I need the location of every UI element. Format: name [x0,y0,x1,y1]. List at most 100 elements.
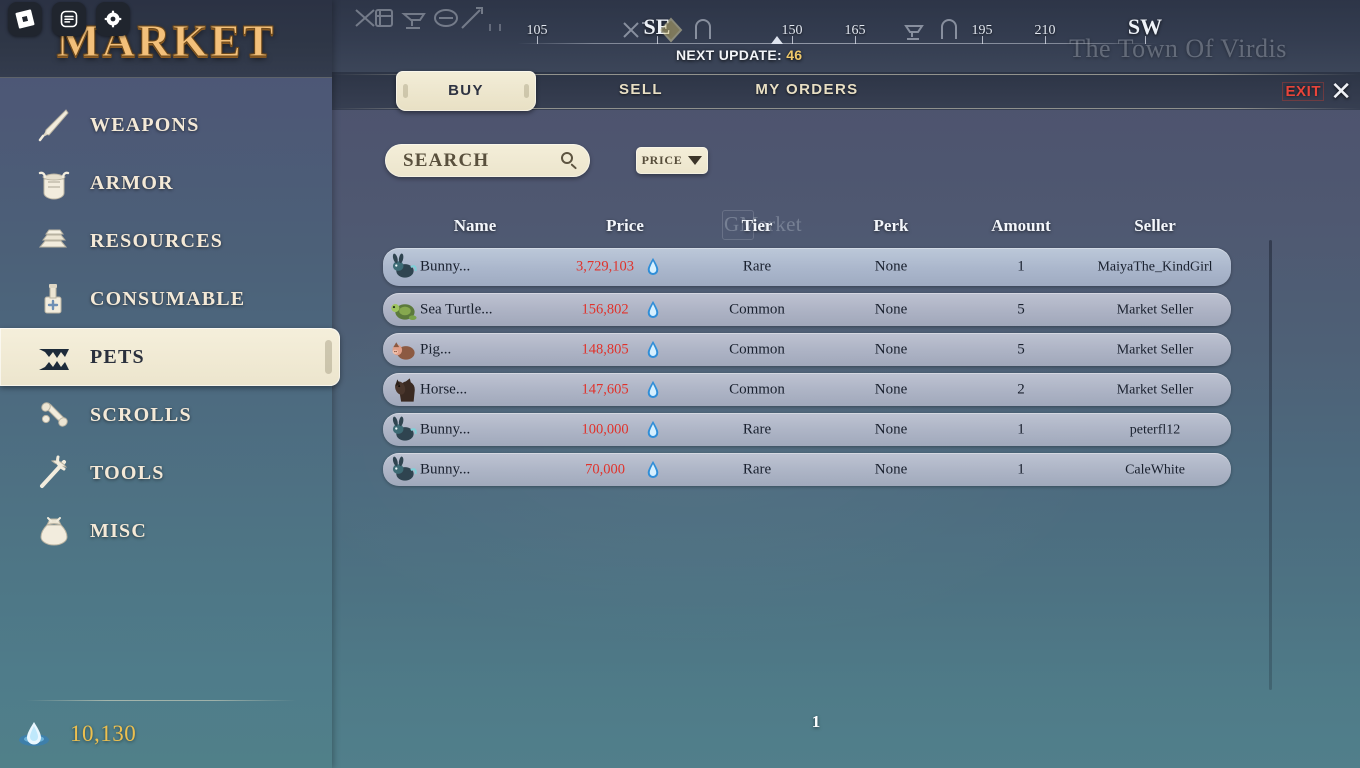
water-droplet-icon [647,420,659,438]
cell-amount: 5 [1017,301,1025,317]
chat-icon[interactable] [52,2,86,36]
sword-icon [30,105,78,145]
bunny-pet-icon [392,416,417,441]
cell-tier: Rare [742,421,772,437]
sidebar-item-scrolls[interactable]: SCROLLS [0,386,332,444]
pagination-current-page[interactable]: 1 [332,712,1300,732]
compass-poi-anvil-icon [904,25,924,40]
cell-perk: None [874,421,908,437]
compass-poi-arch2-icon [941,19,957,39]
column-header-price[interactable]: Price [606,216,644,236]
compass-direction-label: SW [1127,14,1163,39]
cell-perk: None [874,258,908,275]
compass-degree-label: 210 [1034,23,1056,38]
cell-perk: None [874,381,908,397]
listings-scrollbar[interactable] [1269,240,1272,690]
tab-buy[interactable]: BUY [396,71,536,111]
next-update-status: NEXT UPDATE: 46 [676,47,802,63]
market-screen: 105 SE 150 165 195 210 SW The Town Of Virdis N… [0,0,1360,768]
cell-amount: 1 [1017,421,1025,437]
roblox-logo-icon[interactable] [8,2,42,36]
cell-perk: None [874,461,908,477]
armor-icon [38,171,70,200]
compass-poi-quest-icon [659,17,683,43]
sidebar-item-pets[interactable]: PETS [0,328,340,386]
listing-item-thumbnail [389,456,419,483]
sidebar-item-resources[interactable]: RESOURCES [0,212,332,270]
sidebar-item-armor[interactable]: ARMOR [0,154,332,212]
sidebar-item-misc[interactable]: MISC [0,502,332,560]
cell-tier: Common [729,301,785,317]
next-update-label: NEXT UPDATE: [676,47,783,63]
cell-seller: CaleWhite [1125,462,1185,477]
compass-poi-mine-icon [623,22,648,38]
sidebar-item-weapons[interactable]: WEAPONS [0,96,332,154]
column-header-seller[interactable]: Seller [1134,216,1176,236]
column-header-amount[interactable]: Amount [991,216,1051,236]
cell-tier: Rare [742,461,772,477]
listing-item-thumbnail [389,376,419,403]
armor-icon [30,163,78,203]
sidebar-item-label: SCROLLS [90,403,192,426]
cell-name: Sea Turtle... [420,301,493,317]
water-droplet-icon [647,340,659,358]
sidebar-item-tools[interactable]: TOOLS [0,444,332,502]
next-update-value: 46 [786,47,803,63]
tab-sell[interactable]: SELL [586,71,696,109]
search-placeholder: SEARCH [403,149,490,171]
cell-tier: Common [729,341,785,357]
column-header-name[interactable]: Name [454,216,496,236]
cell-price: 156,802 [581,301,629,317]
column-header-perk[interactable]: Perk [874,216,909,236]
scroll-icon [41,402,68,427]
settings-gear-icon[interactable] [96,2,130,36]
shop-and-sword-icon [434,7,483,29]
cell-amount: 1 [1017,461,1025,477]
listing-rows: Bunny... 3,729,103 Rare None 1 MaiyaThe_KindG… [383,248,1231,493]
water-droplet-icon [647,300,659,318]
listing-row[interactable]: Bunny... 3,729,103 Rare None 1 MaiyaThe_KindG… [383,248,1231,286]
scroll-icon [30,395,78,435]
cell-seller: peterfl12 [1129,422,1181,437]
cell-price: 70,000 [585,461,625,477]
cell-seller: Market Seller [1116,342,1194,357]
money-bag-icon [40,517,68,546]
listing-row[interactable]: Bunny... 70,000 Rare None 1 CaleWhite [383,453,1231,486]
sea-turtle-pet-icon [391,303,417,320]
cell-name: Bunny... [420,258,471,275]
sidebar-item-consumable[interactable]: CONSUMABLE [0,270,332,328]
cell-price: 100,000 [581,421,629,437]
cell-price: 147,605 [581,381,629,397]
tab-label: BUY [448,82,484,99]
cell-amount: 5 [1017,341,1025,357]
close-x-icon[interactable]: ✕ [1330,78,1352,104]
listing-item-thumbnail [389,296,419,323]
cell-amount: 1 [1017,258,1025,275]
listing-item-thumbnail [389,416,419,443]
exit-button[interactable]: EXIT ✕ [1282,72,1352,110]
pickaxe-icon [40,455,68,488]
listing-row[interactable]: Horse... 147,605 Common None 2 Market Seller [383,373,1231,406]
water-droplet-icon [647,380,659,398]
search-input[interactable]: SEARCH [385,144,590,177]
listing-row[interactable]: Bunny... 100,000 Rare None 1 peterfl12 [383,413,1231,446]
compass-poi-arch-icon [695,19,711,39]
listing-row[interactable]: Pig... 148,805 Common None 5 Market Seller [383,333,1231,366]
tab-my-orders[interactable]: MY ORDERS [732,71,882,109]
listing-row[interactable]: Sea Turtle... 156,802 Common None 5 Market Se… [383,293,1231,326]
water-droplet-icon [19,722,49,746]
sort-price-label: PRICE [641,153,683,167]
sidebar: MARKET WEAPONS ARMOR RESOURCES CONSUMABLE PE… [0,0,340,768]
water-droplet-icon [647,257,659,275]
cell-price: 3,729,103 [576,258,634,275]
column-header-tier[interactable]: Tier [742,216,773,236]
tab-label: SELL [619,81,663,98]
pig-pet-icon [392,341,415,360]
compass-bar: 105 SE 150 165 195 210 SW [517,10,1162,50]
roblox-top-buttons [8,2,130,36]
sword-icon [38,109,69,142]
compass-degree-label: 150 [781,23,803,38]
cell-name: Pig... [420,341,452,357]
sidebar-item-label: MISC [90,519,148,542]
sort-price-dropdown[interactable]: PRICE [636,147,708,174]
